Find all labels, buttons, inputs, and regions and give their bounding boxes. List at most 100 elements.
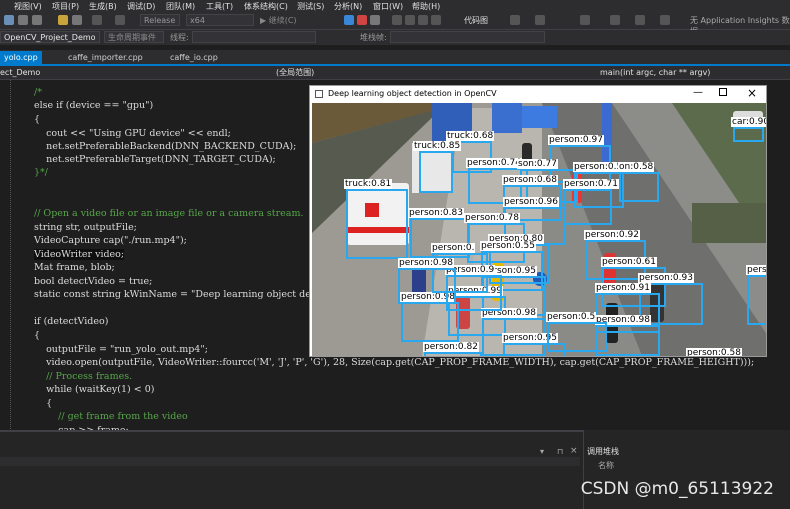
function-select[interactable]: main(int argc, char ** argv) — [600, 67, 786, 78]
editor-gutter — [0, 80, 22, 429]
toolbar-icon-e[interactable] — [635, 15, 645, 25]
code-line: else if (device == "gpu") — [34, 100, 154, 111]
opencv-titlebar[interactable]: Deep learning object detection in OpenCV… — [310, 86, 766, 103]
menu-project[interactable]: 项目(P) — [52, 1, 79, 12]
detection-label: person:0. — [431, 243, 476, 253]
code-line: VideoCapture cap("./run.mp4"); — [34, 235, 187, 246]
tab-caffe-io[interactable]: caffe_io.cpp — [166, 51, 222, 64]
tab-caffe-importer[interactable]: caffe_importer.cpp — [64, 51, 147, 64]
configuration-select[interactable]: Release — [140, 14, 180, 26]
code-line: { — [34, 398, 53, 409]
name-column-header[interactable]: 名称 — [598, 460, 614, 471]
detection-box — [564, 189, 612, 225]
code-line: /* — [34, 87, 42, 98]
open-file-icon[interactable] — [4, 15, 14, 25]
code-line: VideoWriter video; — [34, 249, 125, 260]
menu-tools[interactable]: 工具(T) — [206, 1, 233, 12]
detection-box — [419, 151, 453, 193]
code-line: net.setPreferableBackend(DNN_BACKEND_CUD… — [34, 141, 297, 152]
menu-bar: 视图(V) 项目(P) 生成(B) 调试(D) 团队(M) 工具(T) 体系结构… — [0, 0, 790, 13]
close-window-icon[interactable]: × — [747, 86, 757, 100]
continue-label: 继续(C) — [268, 16, 297, 25]
chevron-down-icon[interactable]: ▾ — [540, 447, 544, 456]
code-line: }*/ — [34, 167, 48, 178]
detection-box — [346, 189, 408, 259]
menu-build[interactable]: 生成(B) — [89, 1, 117, 12]
pause-icon[interactable] — [344, 15, 354, 25]
step-over-icon[interactable] — [418, 15, 428, 25]
stack-frame-select[interactable] — [390, 31, 545, 43]
menu-window[interactable]: 窗口(W) — [373, 1, 403, 12]
detection-label: person:0.78 — [464, 213, 520, 223]
stack-frame-label: 堆栈帧: — [360, 33, 387, 42]
project-select[interactable]: ect_Demo — [0, 67, 270, 78]
platform-select[interactable]: x64 — [186, 14, 254, 26]
toolbar-icon-c[interactable] — [580, 15, 590, 25]
toolbar-icon-a[interactable] — [510, 15, 520, 25]
code-map-button[interactable]: 代码图 — [464, 15, 488, 26]
toolbar-icon-b[interactable] — [535, 15, 545, 25]
code-line: Mat frame, blob; — [34, 262, 115, 273]
close-icon[interactable]: × — [570, 446, 578, 456]
menu-view[interactable]: 视图(V) — [14, 1, 42, 12]
code-line: while (waitKey(1) < 0) — [34, 384, 155, 395]
menu-help[interactable]: 帮助(H) — [412, 1, 440, 12]
detection-box — [547, 322, 607, 352]
menu-test[interactable]: 测试(S) — [297, 1, 324, 12]
show-next-statement-icon[interactable] — [392, 15, 402, 25]
stop-icon[interactable] — [357, 15, 367, 25]
minimize-icon[interactable]: — — [693, 87, 703, 98]
code-line: bool detectVideo = true; — [34, 276, 153, 287]
code-line: cout << "Using GPU device" << endl; — [34, 128, 231, 139]
toolbar-icon-d[interactable] — [610, 15, 620, 25]
save-icon[interactable] — [18, 15, 28, 25]
tab-label: caffe_importer.cpp — [68, 53, 143, 62]
detection-label: person:0.71 — [563, 179, 619, 189]
detection-label: person:0.61 — [601, 257, 657, 267]
restart-icon[interactable] — [370, 15, 380, 25]
navigation-bar: ect_Demo (全局范围) main(int argc, char ** a… — [0, 66, 790, 80]
continue-button[interactable]: ▶ 继续(C) — [260, 15, 297, 26]
menu-architecture[interactable]: 体系结构(C) — [244, 1, 288, 12]
maximize-icon[interactable] — [719, 88, 727, 96]
detection-label: person:0.55 — [480, 241, 536, 251]
fold-guide — [10, 80, 12, 429]
process-select[interactable]: OpenCV_Project_Demo — [0, 31, 100, 43]
undo-icon[interactable] — [92, 15, 102, 25]
menu-debug[interactable]: 调试(D) — [127, 1, 155, 12]
pin-icon[interactable]: ⊓ — [557, 447, 563, 456]
code-line: if (detectVideo) — [34, 316, 109, 327]
detection-label: person:0.92 — [584, 230, 640, 240]
detection-box — [619, 172, 659, 202]
step-out-icon[interactable] — [431, 15, 441, 25]
find-icon[interactable] — [58, 15, 68, 25]
scope-select[interactable]: (全局范围) — [276, 67, 576, 78]
save-all-icon[interactable] — [32, 15, 42, 25]
opencv-window[interactable]: Deep learning object detection in OpenCV… — [309, 85, 767, 357]
redo-icon[interactable] — [115, 15, 125, 25]
window-app-icon — [315, 90, 323, 98]
detection-label: person:0.93 — [638, 273, 694, 283]
code-line: video.open(outputFile, VideoWriter::four… — [34, 357, 755, 368]
thread-select[interactable] — [192, 31, 316, 43]
detection-label: car:0.90 — [731, 117, 766, 127]
tab-label: yolo.cpp — [4, 53, 38, 62]
detection-label: person:0.97 — [548, 135, 604, 145]
video-frame: car:0.90 truck:0.68 truck:0.85 truck:0.81 pe… — [312, 103, 766, 356]
tab-yolo[interactable]: yolo.cpp — [0, 51, 42, 64]
menu-team[interactable]: 团队(M) — [166, 1, 195, 12]
comment-icon[interactable] — [72, 15, 82, 25]
detection-label: son:0.77 — [517, 159, 558, 169]
code-line: string str, outputFile; — [34, 222, 137, 233]
toolbar-icon-f[interactable] — [660, 15, 670, 25]
code-line: net.setPreferableTarget(DNN_TARGET_CUDA)… — [34, 154, 276, 165]
detection-label: person:0.82 — [423, 342, 479, 352]
step-into-icon[interactable] — [405, 15, 415, 25]
detection-label: truck:0.81 — [344, 179, 393, 189]
code-line: { — [34, 114, 41, 125]
menu-analyze[interactable]: 分析(N) — [334, 1, 362, 12]
left-panel-header — [0, 457, 580, 466]
lifecycle-events-select[interactable]: 生命周期事件 — [104, 31, 164, 43]
detection-label: on:0.58 — [618, 162, 655, 172]
detection-label: person:0.83 — [408, 208, 464, 218]
